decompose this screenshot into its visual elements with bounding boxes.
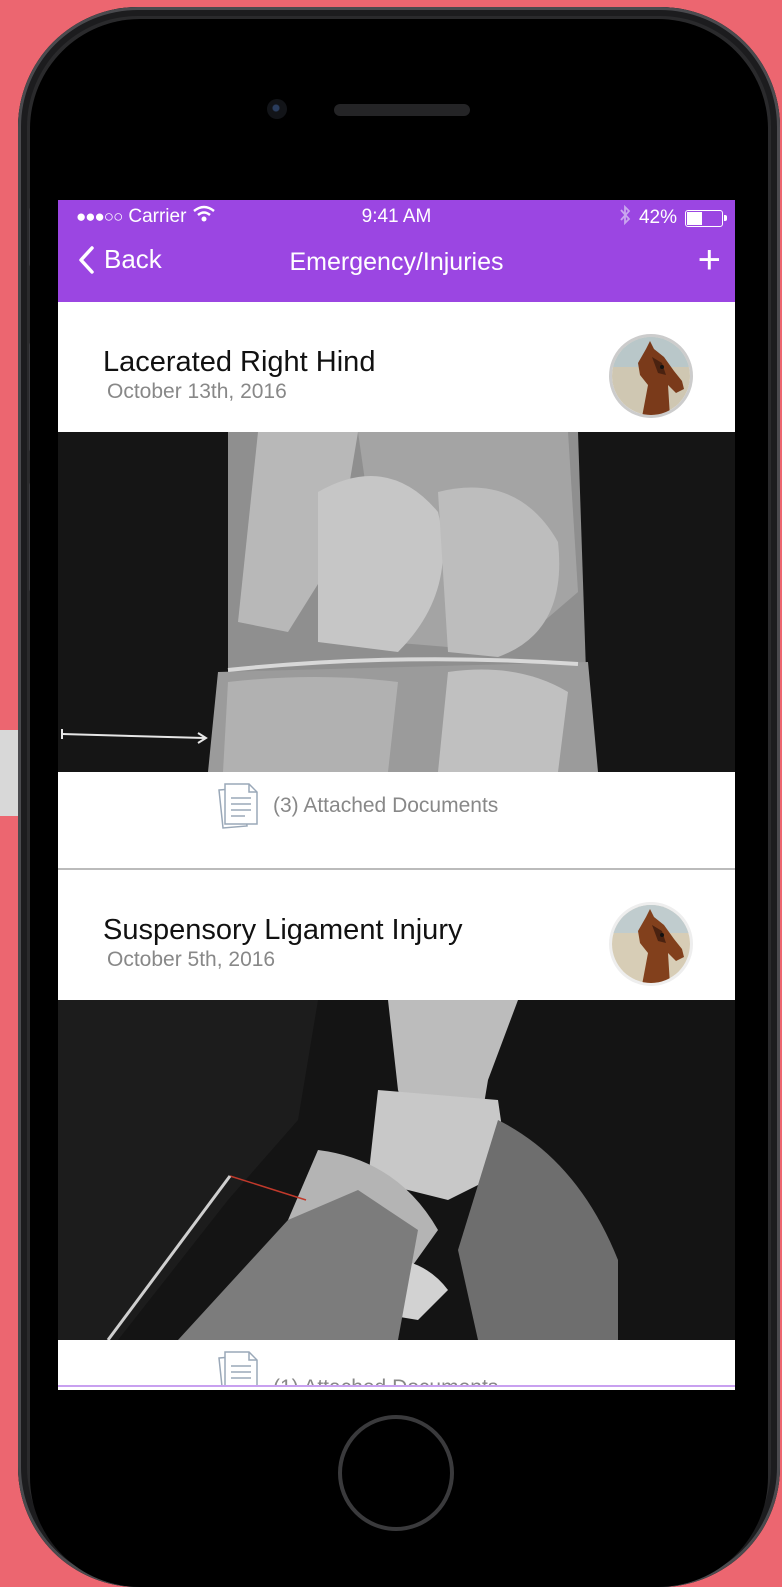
bluetooth-icon — [619, 204, 631, 231]
status-right: 42% — [619, 204, 727, 231]
attached-documents-label: (1) Attached Documents — [273, 1376, 498, 1385]
app-screen: ●●●○○ Carrier 9:41 AM 42% Back Emergency… — [58, 200, 735, 1390]
navigation-bar: Back Emergency/Injuries + — [58, 230, 735, 302]
record-header: Suspensory Ligament Injury October 5th, … — [58, 870, 735, 1000]
horse-avatar[interactable] — [609, 334, 693, 418]
document-icon — [218, 1351, 258, 1385]
injury-record-card[interactable]: Suspensory Ligament Injury October 5th, … — [58, 870, 735, 1387]
xray-image[interactable] — [58, 432, 735, 772]
horse-avatar[interactable] — [609, 902, 693, 986]
background-tab — [0, 730, 18, 816]
record-date: October 13th, 2016 — [107, 380, 287, 403]
record-date: October 5th, 2016 — [107, 948, 276, 971]
record-header: Lacerated Right Hind October 13th, 2016 — [58, 302, 735, 432]
record-title: Lacerated Right Hind — [103, 346, 376, 378]
record-title: Suspensory Ligament Injury — [103, 914, 463, 946]
page-title: Emergency/Injuries — [289, 248, 504, 276]
status-bar: ●●●○○ Carrier 9:41 AM 42% — [58, 200, 735, 230]
document-icon — [218, 783, 258, 829]
xray-image[interactable] — [58, 1000, 735, 1340]
attached-documents-row[interactable]: (3) Attached Documents — [58, 772, 735, 870]
attached-documents-label: (3) Attached Documents — [273, 794, 499, 817]
attached-documents-link[interactable]: (3) Attached Documents — [213, 780, 498, 832]
add-icon[interactable]: + — [698, 240, 721, 280]
earpiece-speaker — [334, 104, 470, 116]
home-button[interactable] — [338, 1415, 454, 1531]
front-camera — [267, 99, 287, 119]
attached-documents-row[interactable]: (1) Attached Documents — [58, 1340, 735, 1387]
battery-icon — [685, 209, 727, 227]
injury-record-card[interactable]: Lacerated Right Hind October 13th, 2016 — [58, 302, 735, 870]
battery-percent: 42% — [638, 207, 677, 228]
attached-documents-link[interactable]: (1) Attached Documents — [213, 1348, 498, 1385]
